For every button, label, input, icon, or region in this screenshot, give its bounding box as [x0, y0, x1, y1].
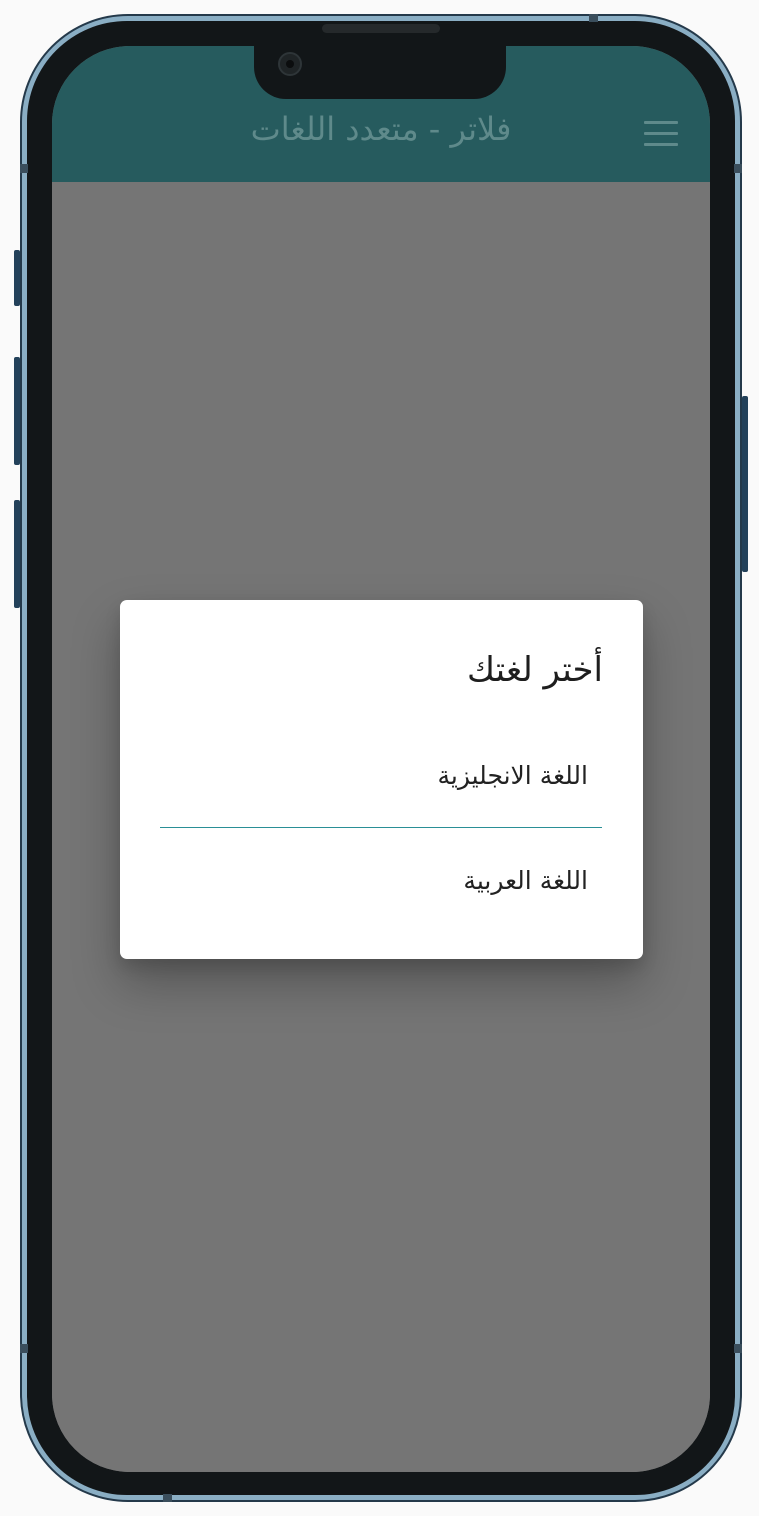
- app-bar-title: فلاتر - متعدد اللغات: [250, 110, 512, 148]
- mute-switch: [14, 250, 20, 306]
- volume-up-button: [14, 357, 20, 465]
- front-camera-icon: [278, 52, 302, 76]
- dialog-title: أختر لغتك: [467, 650, 603, 690]
- volume-down-button: [14, 500, 20, 608]
- antenna-band: [734, 164, 742, 173]
- antenna-band: [20, 1344, 28, 1353]
- power-button: [742, 396, 748, 572]
- divider: [160, 827, 602, 828]
- antenna-band: [20, 164, 28, 173]
- antenna-band: [163, 1494, 172, 1502]
- option-english[interactable]: اللغة الانجليزية: [160, 744, 602, 808]
- notch: [254, 46, 506, 99]
- antenna-band: [589, 14, 598, 22]
- option-arabic[interactable]: اللغة العربية: [160, 849, 602, 913]
- speaker-grille: [322, 24, 440, 33]
- antenna-band: [734, 1344, 742, 1353]
- menu-icon[interactable]: [644, 121, 678, 147]
- language-dialog: أختر لغتك اللغة الانجليزية اللغة العربية: [120, 600, 643, 959]
